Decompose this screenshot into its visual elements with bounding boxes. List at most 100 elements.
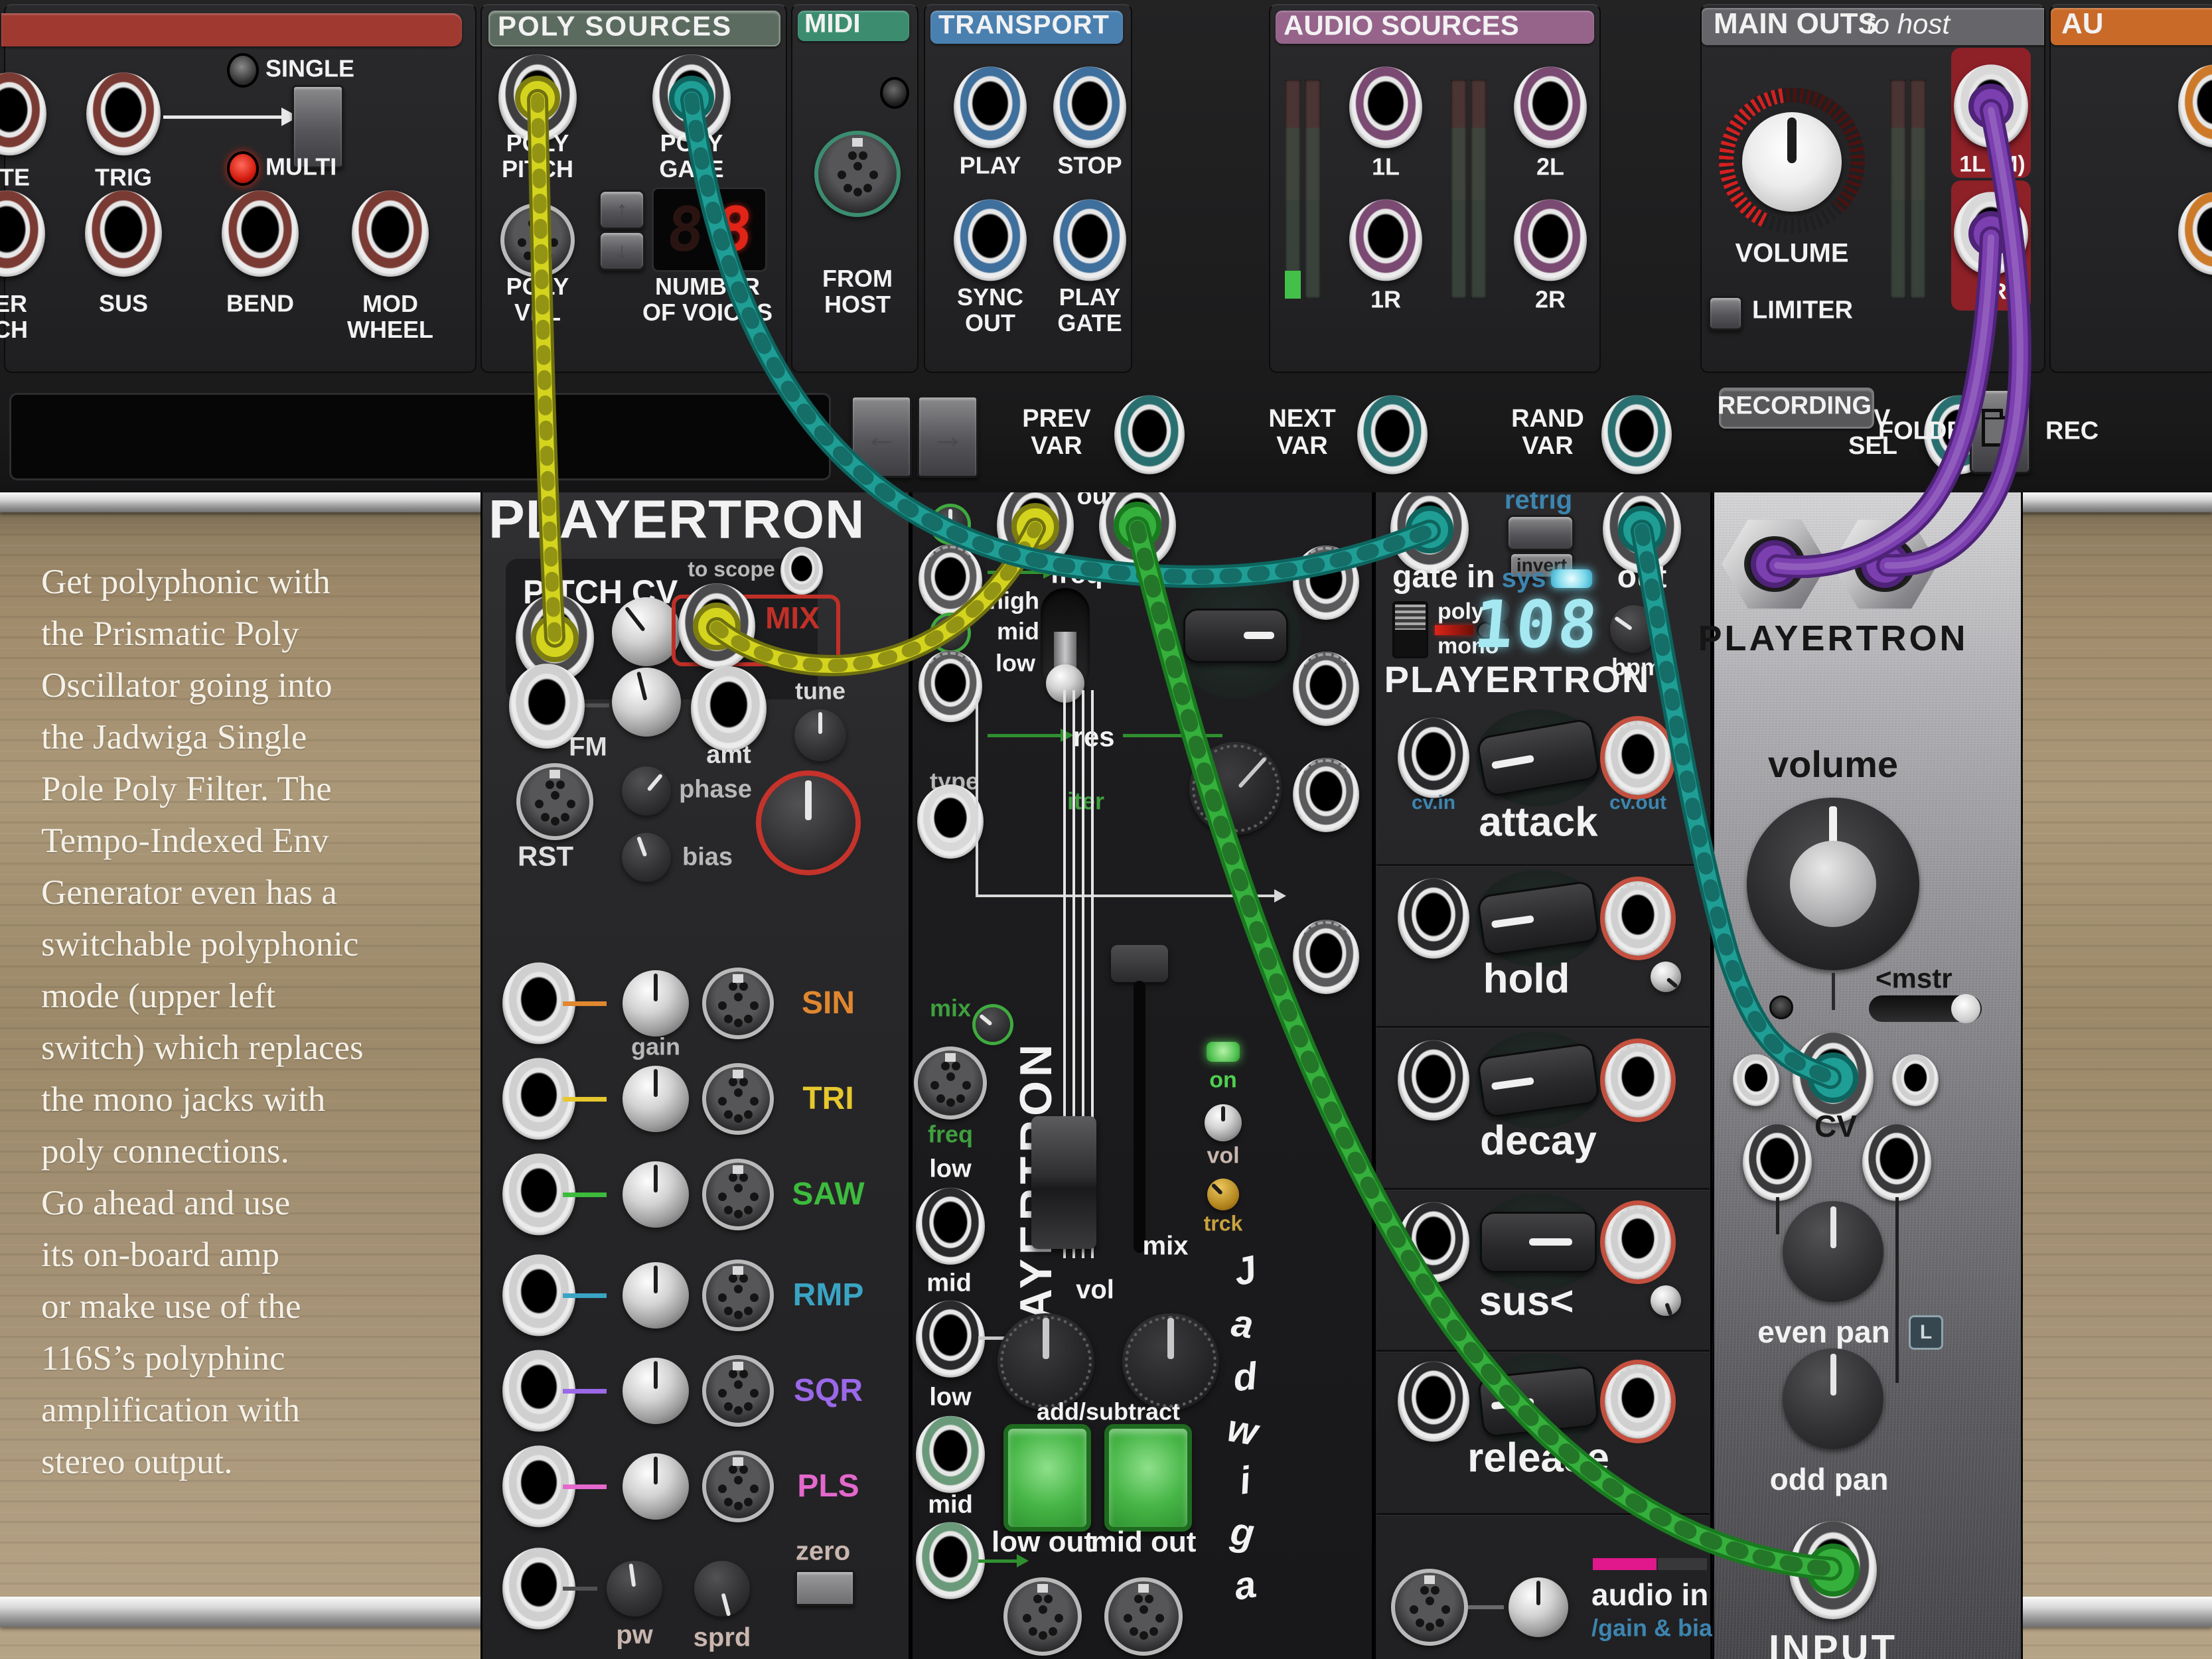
filter-right-jack-3[interactable]: [1293, 758, 1359, 832]
audio-1r-jack[interactable]: [1349, 199, 1422, 281]
filter-right-jack-1[interactable]: [1293, 545, 1359, 620]
sus-mini-knob[interactable]: [1651, 1285, 1681, 1316]
poly-mono-switch[interactable]: [1392, 601, 1428, 658]
limiter-button[interactable]: [1708, 296, 1743, 330]
midi-din-jack[interactable]: [814, 131, 901, 217]
filter-fader-handle[interactable]: [1031, 1116, 1096, 1249]
hold-cv-in-jack[interactable]: [1398, 879, 1469, 959]
filter-right-jack-4[interactable]: [1293, 920, 1359, 994]
filter-mix-knob[interactable]: [1122, 1313, 1219, 1410]
trig-jack[interactable]: [86, 72, 161, 155]
filter-cv1-knob[interactable]: [933, 507, 968, 541]
decay-cv-out-jack[interactable]: [1605, 1043, 1671, 1118]
play-jack[interactable]: [954, 66, 1027, 148]
mod-wheel-jack[interactable]: [352, 190, 429, 277]
saw-poly-jack[interactable]: [702, 1159, 774, 1230]
poly-vel-din-jack[interactable]: [500, 203, 575, 277]
amp-input-jack[interactable]: [1789, 1521, 1877, 1619]
hold-mini-knob[interactable]: [1651, 962, 1681, 992]
filter-cv2-jack[interactable]: [919, 650, 982, 722]
folder-button[interactable]: [1970, 389, 2031, 474]
zero-button[interactable]: [795, 1570, 855, 1606]
type-jack[interactable]: [917, 784, 984, 859]
low-out-poly-jack[interactable]: [1003, 1577, 1082, 1656]
amp-cv-side-jack-l[interactable]: [1733, 1054, 1779, 1106]
audio-2l-jack[interactable]: [1514, 66, 1587, 148]
filter-cv1-jack[interactable]: [919, 544, 982, 616]
res-knob[interactable]: [1189, 742, 1282, 835]
fm-amt-jack[interactable]: [691, 666, 767, 751]
release-cv-in-jack[interactable]: [1398, 1362, 1469, 1442]
osc-main-knob[interactable]: [761, 776, 855, 870]
tri-gain-knob[interactable]: [623, 1066, 689, 1132]
sin-poly-jack[interactable]: [702, 968, 774, 1039]
attack-cv-out-jack[interactable]: [1605, 721, 1671, 795]
amp-volume-knob[interactable]: [1747, 798, 1919, 970]
freq-cv-din-jack[interactable]: [914, 1046, 987, 1119]
filter-in-jack[interactable]: [997, 482, 1074, 569]
low-out-button[interactable]: [1003, 1424, 1091, 1532]
to-scope-jack[interactable]: [780, 547, 823, 595]
pitch-cv-knob[interactable]: [612, 597, 681, 666]
sus-cv-in-jack[interactable]: [1398, 1202, 1469, 1283]
mstr-toggle-knob[interactable]: [1951, 994, 1980, 1023]
phase-knob[interactable]: [622, 766, 671, 816]
sus-jack[interactable]: [85, 190, 162, 277]
sus-cv-out-jack[interactable]: [1605, 1205, 1671, 1279]
on-led[interactable]: [1207, 1042, 1240, 1062]
next-var-jack[interactable]: [1357, 396, 1428, 474]
audio-in-poly-jack[interactable]: [1391, 1569, 1468, 1646]
pls-poly-jack[interactable]: [702, 1451, 774, 1522]
filter-vol-knob[interactable]: [997, 1313, 1094, 1410]
fm-knob[interactable]: [612, 668, 681, 737]
voices-up-button[interactable]: ↑: [599, 190, 645, 230]
sus-knob[interactable]: [1480, 1212, 1597, 1273]
filter-low-in-jack-1[interactable]: [916, 1188, 985, 1265]
tri-poly-jack[interactable]: [702, 1063, 774, 1135]
main-volume-knob[interactable]: [1742, 112, 1842, 212]
amp-cv-side-jack-r[interactable]: [1892, 1054, 1939, 1106]
play-gate-jack[interactable]: [1053, 199, 1126, 281]
even-pan-cv-jack[interactable]: [1743, 1124, 1812, 1201]
bend-jack[interactable]: [222, 190, 299, 277]
release-knob[interactable]: [1477, 1365, 1600, 1438]
sqr-gain-knob[interactable]: [623, 1358, 689, 1424]
sprd-knob[interactable]: [694, 1561, 750, 1617]
retrig-button[interactable]: [1507, 515, 1574, 551]
sqr-poly-jack[interactable]: [702, 1355, 774, 1427]
audio-1l-jack[interactable]: [1349, 66, 1422, 148]
filter-cv2-knob[interactable]: [933, 616, 968, 650]
rmp-gain-knob[interactable]: [623, 1262, 689, 1329]
release-cv-out-jack[interactable]: [1605, 1364, 1671, 1439]
filter-mid-in-jack-1[interactable]: [916, 1301, 985, 1378]
filter-low-in-jack-2[interactable]: [916, 1416, 985, 1493]
saw-gain-knob[interactable]: [623, 1161, 689, 1228]
filter-vol-mini-knob[interactable]: [1205, 1104, 1242, 1141]
prev-var-jack[interactable]: [1114, 396, 1185, 474]
odd-pan-cv-jack[interactable]: [1862, 1124, 1931, 1201]
sin-gain-knob[interactable]: [623, 970, 689, 1037]
pw-knob[interactable]: [607, 1561, 662, 1617]
decay-cv-in-jack[interactable]: [1398, 1041, 1469, 1121]
mid-out-button[interactable]: [1104, 1424, 1192, 1532]
prev-patch-button[interactable]: ←: [851, 396, 912, 478]
filter-out-jack[interactable]: [1099, 482, 1176, 569]
main-out-l-jack[interactable]: [1954, 64, 2028, 147]
bias-knob[interactable]: [622, 833, 671, 882]
hold-cv-out-jack[interactable]: [1605, 881, 1671, 956]
filter-right-jack-2[interactable]: [1293, 652, 1359, 726]
main-out-r-jack[interactable]: [1954, 192, 2028, 275]
rmp-poly-jack[interactable]: [702, 1260, 774, 1331]
voices-down-button[interactable]: ↓: [599, 231, 645, 271]
trck-knob[interactable]: [1207, 1179, 1239, 1210]
mix-fader-handle[interactable]: [1111, 945, 1168, 982]
bpm-knob[interactable]: [1610, 605, 1658, 653]
sync-out-jack[interactable]: [954, 199, 1027, 281]
audio-2r-jack[interactable]: [1514, 199, 1587, 281]
mid-out-poly-jack[interactable]: [1104, 1577, 1183, 1656]
filter-mid-in-jack-2[interactable]: [916, 1522, 985, 1599]
next-patch-button[interactable]: →: [917, 396, 978, 478]
mix-out-jack[interactable]: [678, 583, 755, 670]
audio-in-gain-knob[interactable]: [1509, 1577, 1568, 1637]
rst-din-jack[interactable]: [516, 763, 593, 840]
